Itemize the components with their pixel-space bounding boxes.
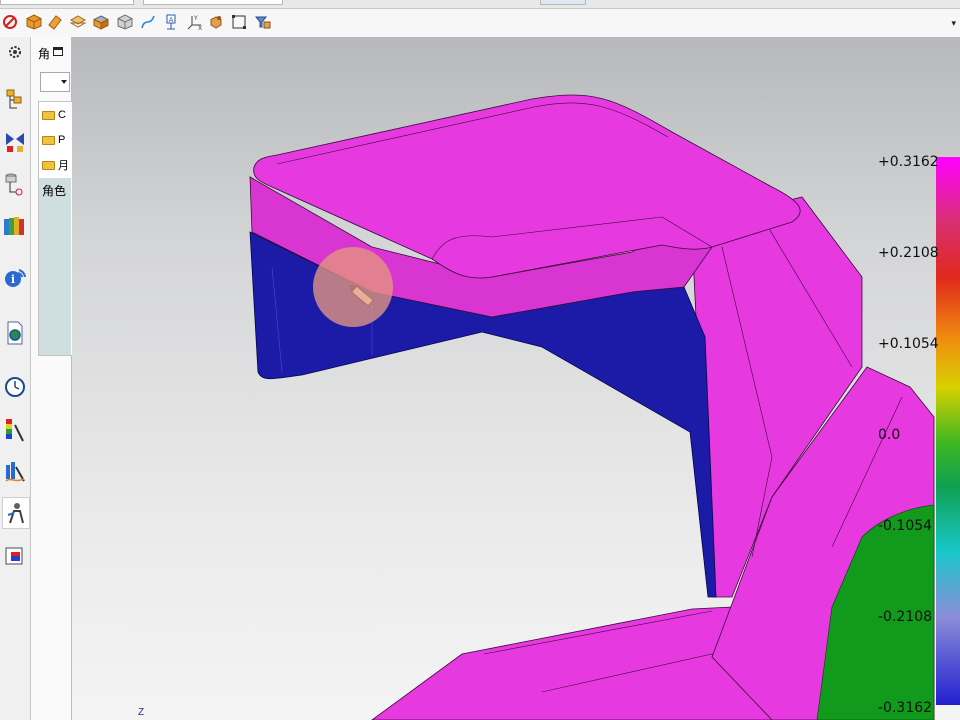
scale-label-2: +0.2108 [878,245,939,261]
navigator-panel: 角 C P 月 角色 [31,37,73,720]
svg-text:A: A [169,16,174,24]
layer-icon[interactable] [69,13,87,31]
web-browser-icon[interactable] [2,318,28,348]
navigator-filter-select[interactable] [40,72,70,92]
curve-icon[interactable] [139,13,157,31]
folder-icon [42,110,55,120]
solid-box-icon[interactable] [25,13,43,31]
svg-text:Y: Y [193,15,198,22]
navigator-list: C P 月 角色 [38,101,73,356]
constraint-nav-icon[interactable] [2,127,28,157]
selected-item-label: 角色 [42,184,67,198]
shade-icon[interactable] [46,13,64,31]
palette-icon[interactable] [2,415,28,445]
system-visualization-icon[interactable] [2,541,28,571]
folder-open-icon [42,160,55,170]
rectangle-select-icon[interactable] [230,13,248,31]
maximize-icon[interactable] [53,47,63,56]
chevron-down-icon [61,80,67,84]
list-item[interactable]: P [42,131,72,149]
part-nav-icon[interactable] [2,169,28,199]
top-field-3[interactable] [540,0,586,5]
scale-label-1: +0.3162 [878,154,939,170]
list-item[interactable]: C [42,106,72,124]
scale-label-7: -0.3162 [878,700,933,716]
scale-label-6: -0.2108 [878,609,933,625]
axis-triad-icon[interactable]: YX [186,13,204,31]
top-field-1[interactable] [0,0,134,5]
extrude-icon[interactable] [92,13,110,31]
axis-label-z: Z [138,707,145,718]
history-icon[interactable] [2,372,28,402]
deviation-model[interactable] [72,37,960,720]
filter-icon[interactable] [254,13,272,31]
info-icon[interactable]: i [2,263,28,293]
toolbar-overflow-arrow[interactable]: ▾ [951,18,956,29]
deviation-color-bar [936,157,960,705]
scale-label-3: +0.1054 [878,336,939,352]
cursor-highlight [313,247,393,327]
selection-toolbar: A YX ▾ [0,9,960,38]
resource-bar: i [0,37,31,720]
top-strip [0,0,960,9]
folder-icon [42,135,55,145]
svg-text:i: i [11,273,15,286]
top-field-2[interactable] [143,0,283,5]
panel-title: 角 [38,47,51,61]
scale-label-5: -0.1054 [878,518,933,534]
analysis-icon[interactable] [2,457,28,487]
forbid-icon[interactable] [1,13,19,31]
list-item[interactable]: 月 [42,156,72,174]
part-cube-icon[interactable] [207,13,225,31]
role-icon[interactable] [2,497,30,529]
graphics-viewport[interactable]: +0.3162 +0.2108 +0.1054 0.0 -0.1054 -0.2… [72,37,960,720]
scale-label-4: 0.0 [878,427,901,443]
cube-icon[interactable] [116,13,134,31]
svg-text:X: X [198,25,202,30]
reuse-library-icon[interactable] [2,211,28,241]
selected-list-item[interactable]: 角色 [39,178,71,355]
assembly-nav-icon[interactable] [2,85,28,115]
gear-icon[interactable] [2,37,28,67]
text-note-icon[interactable]: A [162,13,180,31]
